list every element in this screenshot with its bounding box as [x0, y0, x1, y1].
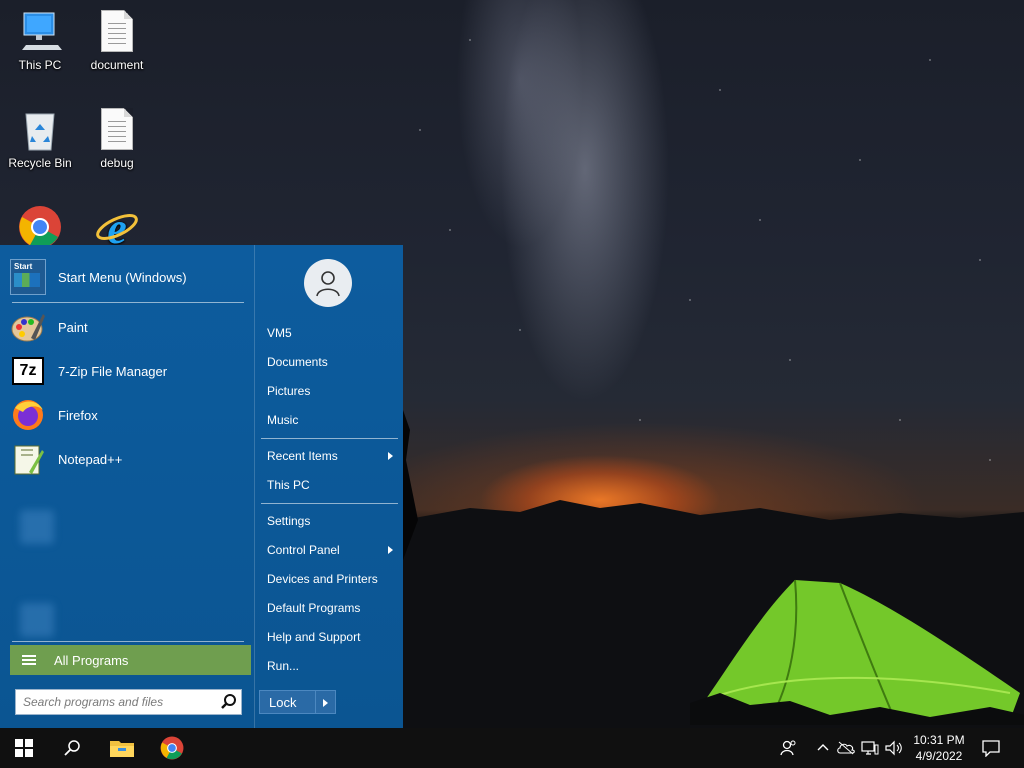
start-right-item-user[interactable]: VM5: [261, 321, 397, 345]
start-right-item-default-programs[interactable]: Default Programs: [261, 596, 397, 620]
item-label: Default Programs: [267, 601, 361, 615]
start-right-item-music[interactable]: Music: [261, 408, 397, 432]
item-label: Pictures: [267, 384, 311, 398]
pinned-app-paint[interactable]: Paint: [10, 307, 244, 347]
item-label: Devices and Printers: [267, 572, 378, 586]
desktop-icon-this-pc[interactable]: This PC: [0, 10, 80, 72]
network-icon[interactable]: [860, 738, 880, 758]
desktop-icon-label: Recycle Bin: [8, 156, 72, 170]
desktop-icon-label: This PC: [18, 58, 62, 72]
pinned-app-label: 7-Zip File Manager: [58, 363, 168, 379]
start-menu-separator: [261, 503, 398, 504]
start-right-item-recent-items[interactable]: Recent Items: [261, 444, 397, 468]
svg-text:e: e: [107, 205, 127, 249]
taskbar-search-button[interactable]: [48, 728, 96, 768]
taskbar-clock[interactable]: 10:31 PM 4/9/2022: [906, 732, 972, 764]
chrome-icon: [160, 736, 184, 760]
taskbar-file-explorer[interactable]: [98, 728, 146, 768]
chevron-up-icon[interactable]: [813, 738, 833, 758]
item-label: Recent Items: [267, 449, 338, 463]
desktop-icon-debug[interactable]: debug: [77, 108, 157, 170]
notepad-plus-plus-icon: [10, 441, 46, 477]
start-right-item-this-pc[interactable]: This PC: [261, 473, 397, 497]
start-icon-text: Start: [14, 262, 33, 271]
user-name: VM5: [267, 326, 292, 340]
power-options-arrow-button[interactable]: [316, 690, 336, 714]
desktop-icon-label: document: [90, 58, 144, 72]
taskbar-chrome[interactable]: [148, 728, 196, 768]
start-menu-separator: [12, 641, 244, 642]
text-file-icon: [95, 10, 139, 54]
submenu-arrow-icon: [388, 452, 393, 460]
item-label: Run...: [267, 659, 300, 673]
text-file-icon: [95, 108, 139, 152]
windows-start-icon: [15, 739, 33, 757]
internet-explorer-icon: e: [95, 204, 139, 253]
list-icon: [22, 653, 36, 667]
start-menu-separator: [261, 438, 398, 439]
start-menu-header-item[interactable]: Start Start Menu (Windows): [10, 257, 244, 297]
onedrive-icon[interactable]: [836, 738, 856, 758]
pinned-app-7zip[interactable]: 7z 7-Zip File Manager: [10, 351, 244, 391]
volume-icon[interactable]: [884, 738, 904, 758]
chrome-icon: [18, 205, 62, 249]
start-right-item-settings[interactable]: Settings: [261, 509, 397, 533]
pinned-app-label: Notepad++: [58, 451, 123, 467]
paint-icon: [10, 309, 46, 345]
desktop-icon-label: debug: [100, 156, 134, 170]
clock-date: 4/9/2022: [915, 749, 963, 763]
blurred-placeholder-icon: [20, 603, 54, 637]
start-right-item-control-panel[interactable]: Control Panel: [261, 538, 397, 562]
search-icon: [64, 740, 80, 756]
item-label: Settings: [267, 514, 311, 528]
blurred-placeholder-icon: [20, 510, 54, 544]
taskbar: 10:31 PM 4/9/2022: [0, 728, 1024, 768]
this-pc-icon: [18, 10, 62, 54]
recycle-bin-icon: [18, 108, 62, 152]
start-right-item-pictures[interactable]: Pictures: [261, 379, 397, 403]
user-icon: [316, 271, 340, 297]
pinned-app-label: Paint: [58, 319, 88, 335]
pinned-app-label: Firefox: [58, 407, 98, 423]
item-label: This PC: [267, 478, 310, 492]
glowing-tent: [690, 579, 1024, 725]
start-menu-header-label: Start Menu (Windows): [58, 269, 187, 285]
start-menu: Start Start Menu (Windows) Paint 7z 7-Zi…: [0, 245, 403, 728]
search-box[interactable]: [15, 689, 242, 715]
all-programs-label: All Programs: [54, 652, 129, 668]
clock-time: 10:31 PM: [913, 733, 965, 747]
search-icon[interactable]: [219, 692, 239, 712]
windows-start-button[interactable]: [0, 728, 48, 768]
search-input[interactable]: [23, 691, 219, 713]
pinned-app-firefox[interactable]: Firefox: [10, 395, 244, 435]
start-right-item-devices-and-printers[interactable]: Devices and Printers: [261, 567, 397, 591]
user-avatar[interactable]: [304, 259, 352, 307]
start-right-item-run[interactable]: Run...: [261, 654, 397, 678]
lock-label: Lock: [269, 694, 297, 710]
start-menu-app-icon: Start: [10, 259, 46, 295]
start-menu-left-pane: Start Start Menu (Windows) Paint 7z 7-Zi…: [0, 245, 254, 728]
start-right-item-help-and-support[interactable]: Help and Support: [261, 625, 397, 649]
item-label: Help and Support: [267, 630, 361, 644]
all-programs-button[interactable]: All Programs: [10, 645, 251, 675]
file-explorer-icon: [110, 741, 134, 757]
pinned-app-notepad-plus-plus[interactable]: Notepad++: [10, 439, 244, 479]
lock-button-group: Lock: [259, 690, 336, 714]
7zip-icon: 7z: [10, 353, 46, 389]
firefox-icon: [10, 397, 46, 433]
start-menu-right-pane: VM5 Documents Pictures Music Recent Item…: [254, 245, 403, 728]
desktop-icon-recycle-bin[interactable]: Recycle Bin: [0, 108, 80, 170]
item-label: Music: [267, 413, 299, 427]
item-label: Documents: [267, 355, 328, 369]
action-center-icon[interactable]: [981, 738, 1001, 758]
desktop-icon-document[interactable]: document: [77, 10, 157, 72]
start-right-item-documents[interactable]: Documents: [261, 350, 397, 374]
submenu-arrow-icon: [388, 546, 393, 554]
item-label: Control Panel: [267, 543, 340, 557]
lock-button[interactable]: Lock: [259, 690, 316, 714]
people-icon[interactable]: [778, 738, 798, 758]
start-menu-separator: [12, 302, 244, 303]
7zip-icon-text: 7z: [19, 362, 37, 379]
